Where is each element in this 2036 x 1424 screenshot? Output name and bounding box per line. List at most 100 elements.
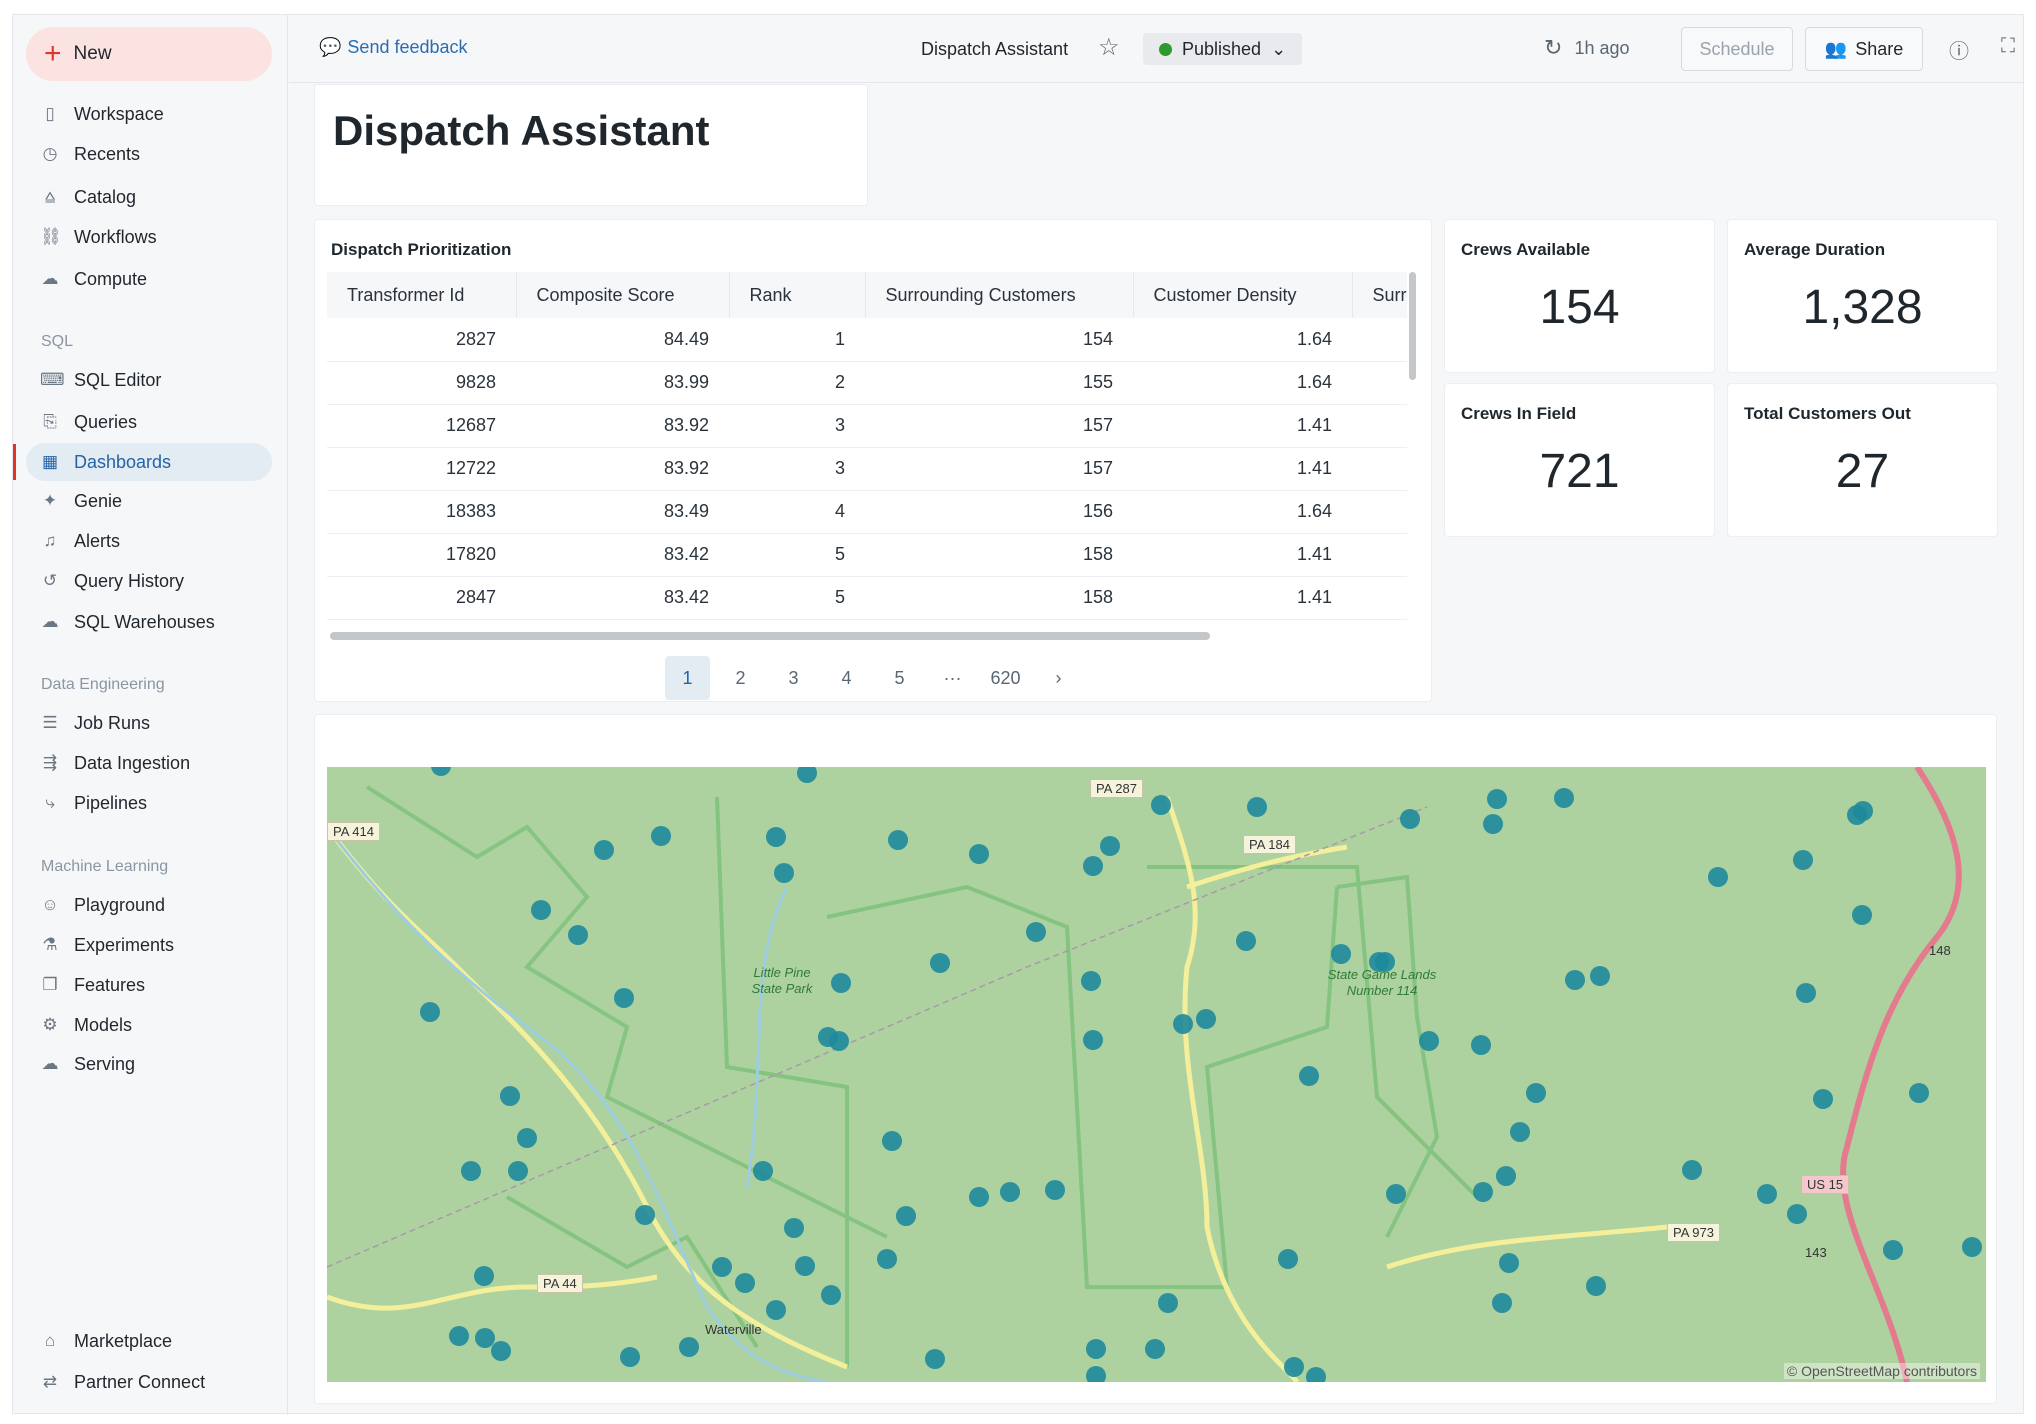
map-marker[interactable]	[1585, 1276, 1606, 1297]
page-button[interactable]: 5	[877, 656, 922, 700]
horizontal-scrollbar[interactable]	[330, 632, 1210, 640]
map-marker[interactable]	[753, 1160, 774, 1181]
column-header[interactable]: Transformer Id	[327, 272, 517, 318]
map-marker[interactable]	[500, 1085, 521, 1106]
sidebar-item-serving[interactable]: ☁ Serving	[26, 1045, 272, 1083]
map-marker[interactable]	[1589, 966, 1610, 987]
sidebar-item-experiments[interactable]: ⚗ Experiments	[26, 926, 272, 964]
sidebar-item-alerts[interactable]: ♫ Alerts	[26, 522, 272, 560]
schedule-button[interactable]: Schedule	[1681, 27, 1793, 71]
sidebar-item-queries[interactable]: ⎘ Queries	[26, 403, 272, 441]
map-marker[interactable]	[1525, 1082, 1546, 1103]
map-marker[interactable]	[1085, 1365, 1106, 1382]
next-page-icon[interactable]: ›	[1036, 656, 1081, 700]
map-marker[interactable]	[507, 1160, 528, 1181]
map-marker[interactable]	[1085, 1338, 1106, 1359]
send-feedback-link[interactable]: 💬 Send feedback	[319, 37, 468, 58]
map-marker[interactable]	[1025, 921, 1046, 942]
map-marker[interactable]	[1786, 1203, 1807, 1224]
map-marker[interactable]	[1000, 1181, 1020, 1202]
table-row[interactable]: 18383 83.49 4 156 1.64	[327, 490, 1407, 534]
column-header[interactable]: Surrounding Customers	[865, 272, 1134, 318]
map-marker[interactable]	[968, 1186, 989, 1207]
map-marker[interactable]	[1564, 969, 1585, 990]
map-marker[interactable]	[881, 1130, 902, 1151]
map-marker[interactable]	[531, 899, 552, 920]
table-row[interactable]: 9828 83.99 2 155 1.64	[327, 361, 1407, 405]
sidebar-item-recents[interactable]: ◷ Recents	[26, 135, 272, 173]
info-icon[interactable]: ⓘ	[1949, 35, 1969, 64]
sidebar-item-marketplace[interactable]: ⌂ Marketplace	[26, 1322, 272, 1360]
map-marker[interactable]	[1080, 971, 1101, 992]
map-marker[interactable]	[1306, 1367, 1327, 1382]
page-button[interactable]: 3	[771, 656, 816, 700]
map-marker[interactable]	[1331, 943, 1352, 964]
sidebar-item-catalog[interactable]: ⩠ Catalog	[26, 178, 272, 216]
page-button-last[interactable]: 620	[983, 656, 1028, 700]
table-row[interactable]: 2847 83.42 5 158 1.41	[327, 576, 1407, 620]
favorite-star-icon[interactable]: ☆	[1098, 33, 1120, 62]
sidebar-item-sql-editor[interactable]: ⌨ SQL Editor	[26, 361, 272, 399]
map-marker[interactable]	[1882, 1240, 1903, 1261]
table-row[interactable]: 2827 84.49 1 154 1.64	[327, 318, 1407, 362]
map-marker[interactable]	[794, 1255, 815, 1276]
sidebar-item-partner-connect[interactable]: ⇄ Partner Connect	[26, 1363, 272, 1401]
map-marker[interactable]	[1795, 982, 1816, 1003]
map-marker[interactable]	[1083, 1029, 1104, 1050]
map-marker[interactable]	[635, 1204, 656, 1225]
sidebar-item-job-runs[interactable]: ☰ Job Runs	[26, 704, 272, 742]
column-header[interactable]: Customer Density	[1133, 272, 1353, 318]
map-marker[interactable]	[876, 1249, 897, 1270]
share-button[interactable]: 👥 Share	[1805, 27, 1923, 71]
map-marker[interactable]	[1908, 1082, 1929, 1103]
map-marker[interactable]	[1399, 808, 1420, 829]
map-marker[interactable]	[1246, 797, 1267, 818]
map-attribution[interactable]: © OpenStreetMap contributors	[1783, 1363, 1980, 1379]
map-marker[interactable]	[1851, 905, 1872, 926]
map-marker[interactable]	[619, 1346, 640, 1367]
sidebar-item-pipelines[interactable]: ⤷ Pipelines	[26, 784, 272, 822]
map-marker[interactable]	[1498, 1253, 1519, 1274]
map-marker[interactable]	[929, 953, 950, 974]
sidebar-item-workspace[interactable]: ▯ Workspace	[26, 95, 272, 133]
sidebar-item-playground[interactable]: ☺ Playground	[26, 886, 272, 924]
map-marker[interactable]	[1375, 951, 1396, 972]
sidebar-item-features[interactable]: ❐ Features	[26, 966, 272, 1004]
map-marker[interactable]	[650, 825, 671, 846]
map-marker[interactable]	[711, 1256, 732, 1277]
map-marker[interactable]	[1472, 1181, 1493, 1202]
map-marker[interactable]	[1298, 1066, 1319, 1087]
sidebar-item-models[interactable]: ⚙ Models	[26, 1006, 272, 1044]
sidebar-item-query-history[interactable]: ↺ Query History	[26, 562, 272, 600]
publish-status-dropdown[interactable]: Published ⌄	[1143, 33, 1303, 65]
map-marker[interactable]	[924, 1349, 945, 1370]
map-marker[interactable]	[593, 840, 614, 861]
map-marker[interactable]	[735, 1272, 756, 1293]
column-header[interactable]: Rank	[729, 272, 866, 318]
vertical-scrollbar[interactable]	[1409, 272, 1416, 380]
sidebar-item-dashboards[interactable]: ▦ Dashboards	[26, 443, 272, 481]
map-marker[interactable]	[567, 924, 588, 945]
map-marker[interactable]	[968, 843, 989, 864]
map-marker[interactable]	[1681, 1159, 1702, 1180]
map-marker[interactable]	[1196, 1008, 1217, 1029]
sidebar-item-sql-warehouses[interactable]: ☁ SQL Warehouses	[26, 603, 272, 641]
map-marker[interactable]	[1083, 855, 1104, 876]
map-marker[interactable]	[461, 1160, 482, 1181]
page-button[interactable]: 4	[824, 656, 869, 700]
sidebar-item-workflows[interactable]: ⛓ Workflows	[26, 218, 272, 256]
map-marker[interactable]	[1150, 794, 1171, 815]
table-row[interactable]: 12687 83.92 3 157 1.41	[327, 404, 1407, 448]
map-marker[interactable]	[474, 1266, 495, 1286]
fullscreen-icon[interactable]: ⛶	[2001, 35, 2015, 58]
table-row[interactable]: 12722 83.92 3 157 1.41	[327, 447, 1407, 491]
map-marker[interactable]	[1707, 867, 1728, 888]
map-marker[interactable]	[1385, 1184, 1406, 1205]
sidebar-item-compute[interactable]: ☁ Compute	[26, 260, 272, 298]
map-marker[interactable]	[1172, 1014, 1193, 1035]
map-marker[interactable]	[419, 1002, 440, 1023]
sidebar-item-data-ingestion[interactable]: ⇶ Data Ingestion	[26, 744, 272, 782]
map-marker[interactable]	[831, 972, 852, 993]
map-marker[interactable]	[1496, 1166, 1517, 1187]
column-header[interactable]: Composite Score	[516, 272, 730, 318]
